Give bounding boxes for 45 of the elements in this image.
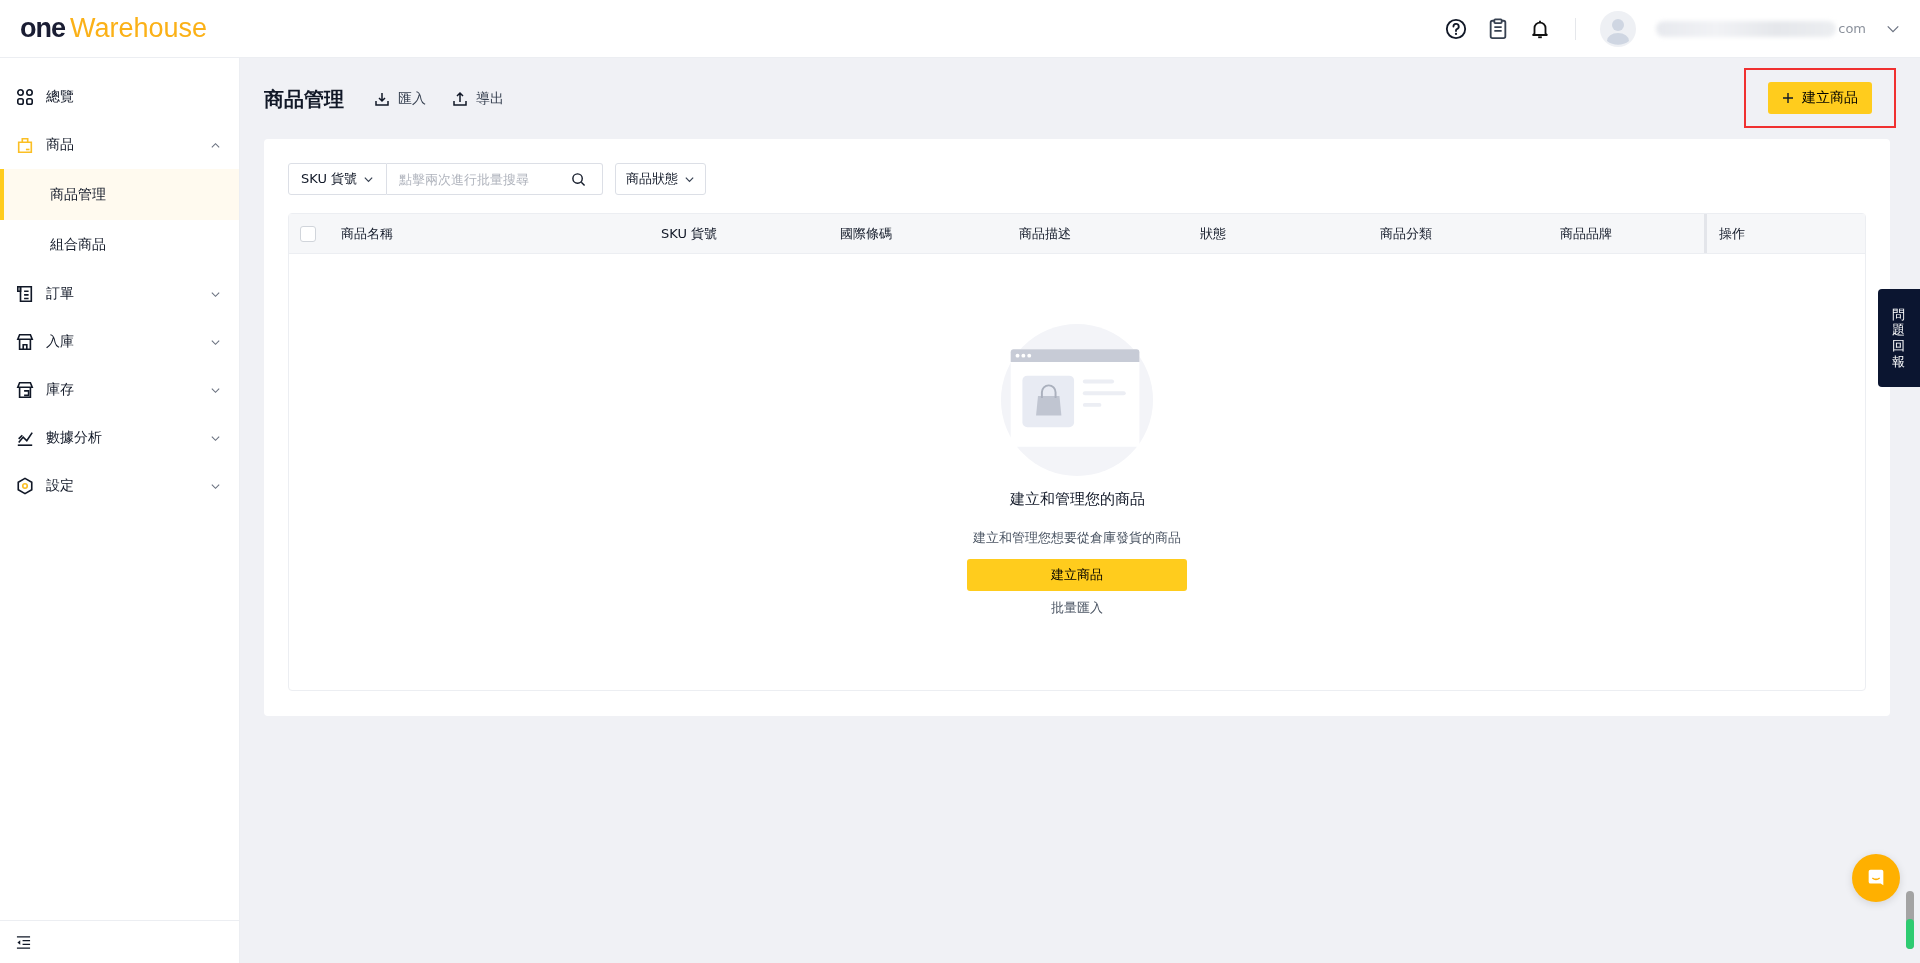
upload-icon	[452, 91, 468, 107]
store-icon	[16, 333, 34, 351]
nav-item[interactable]: 入庫	[0, 318, 239, 366]
hexagon-icon	[16, 477, 34, 495]
download-icon	[374, 91, 390, 107]
shelf-icon	[16, 381, 34, 399]
sku-select[interactable]: SKU 貨號	[288, 163, 388, 195]
collapse-icon[interactable]	[16, 934, 31, 950]
grid-icon	[16, 88, 34, 106]
bulk-import-link[interactable]: 批量匯入	[1051, 599, 1103, 617]
search-field[interactable]: 點擊兩次進行批量搜尋	[387, 163, 604, 195]
create-button[interactable]: 建立商品	[1768, 82, 1872, 114]
plus-icon	[1782, 92, 1794, 104]
nav-item[interactable]: 數據分析	[0, 414, 239, 462]
nav-item[interactable]: 商品	[0, 121, 239, 169]
create-button[interactable]: 建立商品	[967, 559, 1187, 591]
column-header: SKU 貨號	[661, 224, 718, 243]
status-select[interactable]: 商品狀態	[615, 163, 707, 195]
logo: one Warehouse	[20, 13, 208, 44]
export-button[interactable]: 導出	[452, 90, 504, 108]
receipt-icon	[16, 285, 34, 303]
empty-subtitle: 建立和管理您想要從倉庫發貨的商品	[973, 529, 1181, 547]
import-button[interactable]: 匯入	[374, 90, 426, 108]
search-icon[interactable]	[571, 171, 587, 187]
page-title: 商品管理	[264, 85, 344, 113]
nav-item[interactable]: 庫存	[0, 366, 239, 414]
column-header: 商品分類	[1380, 224, 1432, 243]
help-icon[interactable]	[1445, 17, 1468, 40]
nav-subitem[interactable]: 組合商品	[0, 220, 239, 270]
bag-icon	[16, 136, 34, 154]
chart-icon	[16, 429, 34, 447]
column-header: 國際條碼	[840, 224, 892, 243]
indicator-drawing	[1906, 891, 1914, 949]
column-header: 狀態	[1200, 224, 1226, 243]
column-header: 商品品牌	[1560, 224, 1612, 243]
nav-subitem[interactable]: 商品管理	[0, 169, 239, 220]
nav-item[interactable]: 設定	[0, 462, 239, 510]
select-all-checkbox[interactable]	[300, 225, 316, 242]
column-header: 商品名稱	[341, 224, 393, 243]
nav-item[interactable]: 總覽	[0, 73, 239, 121]
empty-title: 建立和管理您的商品	[1009, 490, 1145, 509]
column-header: 商品描述	[1019, 224, 1071, 243]
nav-item[interactable]: 訂單	[0, 270, 239, 318]
feedback-tab[interactable]: 問題回報	[1878, 289, 1920, 387]
column-header: 操作	[1719, 224, 1745, 243]
